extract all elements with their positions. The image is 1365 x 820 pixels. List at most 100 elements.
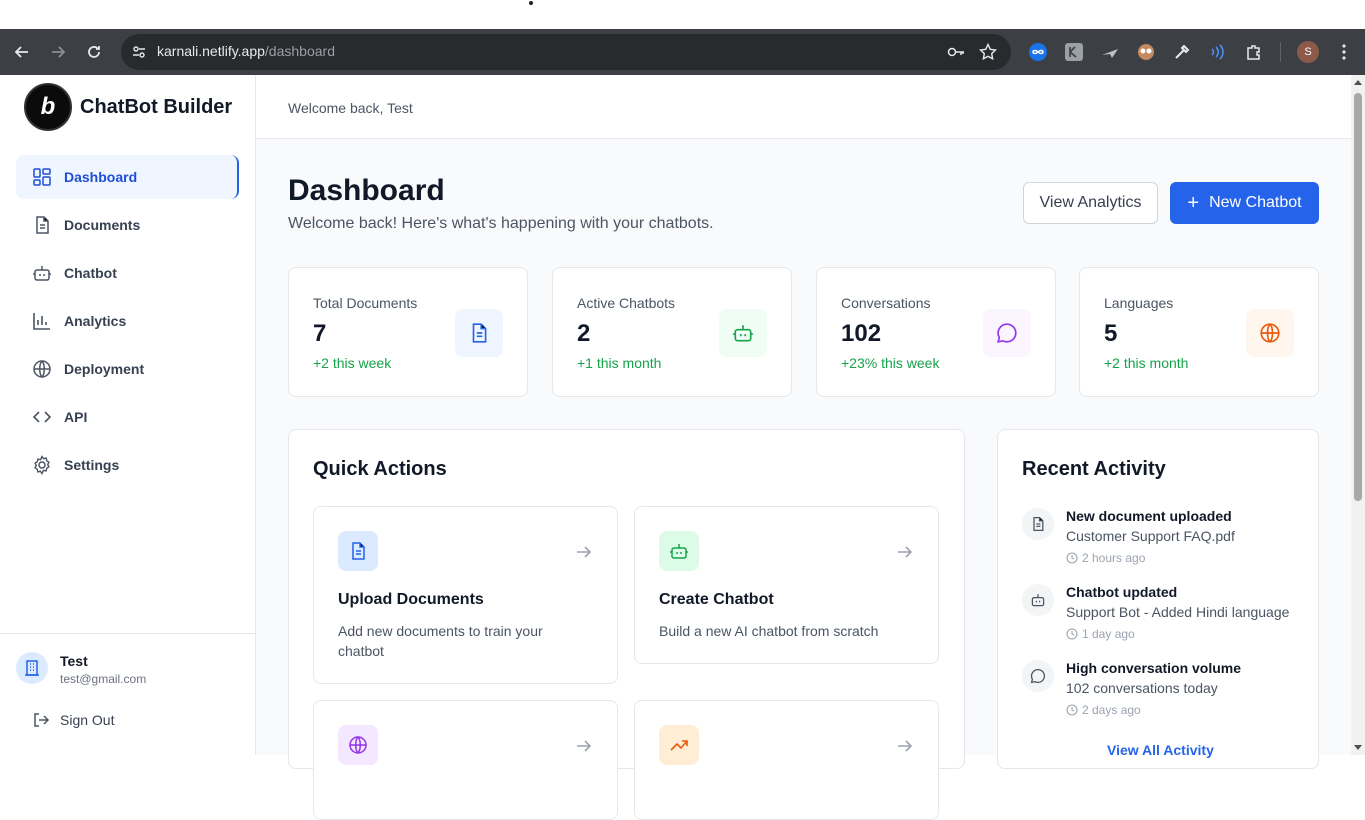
page-scrollbar[interactable] (1351, 75, 1365, 755)
document-icon (338, 531, 378, 571)
titlebar-dot (529, 1, 533, 5)
activity-description: Customer Support FAQ.pdf (1066, 528, 1235, 544)
welcome-message: Welcome back, Test (288, 100, 413, 116)
sidebar-item-settings[interactable]: Settings (16, 443, 239, 487)
puzzle-icon[interactable] (1243, 41, 1265, 63)
site-info-icon[interactable] (131, 44, 147, 60)
new-chatbot-button[interactable]: + New Chatbot (1170, 182, 1319, 224)
reload-icon[interactable] (82, 40, 106, 64)
sidebar-item-chatbot[interactable]: Chatbot (16, 251, 239, 295)
stat-change: +2 this month (1104, 355, 1189, 371)
stat-change: +1 this month (577, 355, 662, 371)
sidebar-item-deployment[interactable]: Deployment (16, 347, 239, 391)
clock-icon (1066, 628, 1078, 640)
new-chatbot-label: New Chatbot (1209, 194, 1302, 211)
sidebar-item-dashboard[interactable]: Dashboard (16, 155, 239, 199)
sign-out-icon (34, 713, 50, 727)
bot-icon (719, 309, 767, 357)
wave-icon[interactable] (1207, 41, 1229, 63)
url-text[interactable]: karnali.netlify.app/dashboard (157, 43, 335, 59)
owl-icon[interactable] (1135, 41, 1157, 63)
plus-icon: + (1187, 192, 1200, 214)
quick-actions-panel: Quick Actions Upload Documents Add new d… (288, 429, 965, 820)
clock-icon (1066, 704, 1078, 716)
window-titlebar (0, 0, 1365, 29)
main-content: Welcome back, Test Dashboard Welcome bac… (256, 75, 1351, 820)
qa-title: Upload Documents (338, 591, 484, 608)
recent-activity-panel: Recent Activity New document uploaded Cu… (997, 429, 1319, 769)
qa-description: Add new documents to train your chatbot (338, 623, 543, 659)
stat-value: 2 (577, 320, 591, 347)
bot-icon (659, 531, 699, 571)
upload-documents-card[interactable]: Upload Documents Add new documents to tr… (313, 506, 618, 684)
sidebar: b ChatBot Builder Dashboard Documents Ch… (0, 75, 256, 755)
scroll-thumb[interactable] (1354, 93, 1362, 501)
stat-label: Active Chatbots (577, 295, 676, 311)
analytics-card[interactable] (634, 700, 939, 820)
url-path: /dashboard (264, 43, 335, 59)
quick-actions-title: Quick Actions (313, 458, 447, 480)
back-icon[interactable] (10, 40, 34, 64)
document-icon (36, 216, 49, 234)
dashboard-icon (33, 168, 51, 186)
brand[interactable]: b ChatBot Builder (24, 83, 232, 131)
view-analytics-button[interactable]: View Analytics (1023, 182, 1158, 224)
scroll-down-arrow-icon[interactable] (1354, 745, 1362, 750)
stat-card-documents: Total Documents 7 +2 this week (288, 267, 528, 397)
brand-logo: b (24, 83, 72, 131)
bookmark-star-icon[interactable] (979, 43, 997, 61)
bot-icon (1022, 584, 1054, 616)
sidebar-item-api[interactable]: API (16, 395, 239, 439)
eyedropper-icon[interactable] (1171, 41, 1193, 63)
arrow-right-icon (577, 546, 592, 558)
deploy-card[interactable] (313, 700, 618, 820)
plane-icon[interactable] (1099, 41, 1121, 63)
stat-label: Total Documents (313, 295, 418, 311)
activity-title: Chatbot updated (1066, 584, 1178, 600)
sidebar-item-analytics[interactable]: Analytics (16, 299, 239, 343)
view-all-activity-link[interactable]: View All Activity (1107, 742, 1214, 758)
address-bar[interactable]: karnali.netlify.app/dashboard (121, 34, 1011, 70)
sidebar-item-label: Dashboard (64, 169, 138, 185)
qa-title: Create Chatbot (659, 591, 774, 608)
page-title: Dashboard (288, 174, 445, 207)
profile-avatar[interactable]: S (1297, 41, 1319, 63)
infinity-icon[interactable] (1027, 41, 1049, 63)
code-icon (32, 411, 52, 423)
translate-icon[interactable] (1063, 41, 1085, 63)
sidebar-item-documents[interactable]: Documents (16, 203, 239, 247)
create-chatbot-card[interactable]: Create Chatbot Build a new AI chatbot fr… (634, 506, 939, 664)
stat-card-conversations: Conversations 102 +23% this week (816, 267, 1056, 397)
stat-change: +23% this week (841, 355, 940, 371)
browser-toolbar: karnali.netlify.app/dashboard S (0, 29, 1365, 75)
message-icon (983, 309, 1031, 357)
password-key-icon[interactable] (947, 44, 965, 60)
activity-time-text: 2 days ago (1082, 703, 1141, 717)
activity-time: 2 hours ago (1066, 551, 1145, 565)
page-subtitle: Welcome back! Here's what's happening wi… (288, 215, 714, 232)
activity-time: 2 days ago (1066, 703, 1141, 717)
arrow-right-icon (577, 740, 592, 752)
chart-icon (33, 313, 50, 330)
document-icon (1022, 508, 1054, 540)
sign-out-button[interactable]: Sign Out (32, 711, 114, 729)
activity-time: 1 day ago (1066, 627, 1135, 641)
gear-icon (34, 455, 50, 475)
sidebar-nav: Dashboard Documents Chatbot Analytics De… (16, 155, 239, 491)
qa-description: Build a new AI chatbot from scratch (659, 623, 879, 639)
stat-card-chatbots: Active Chatbots 2 +1 this month (552, 267, 792, 397)
clock-icon (1066, 552, 1078, 564)
activity-title: New document uploaded (1066, 508, 1232, 524)
arrow-right-icon (898, 546, 913, 558)
activity-time-text: 2 hours ago (1082, 551, 1146, 565)
activity-time-text: 1 day ago (1082, 627, 1135, 641)
menu-kebab-icon[interactable] (1333, 41, 1355, 63)
url-host: karnali.netlify.app (157, 43, 265, 59)
sidebar-item-label: Documents (64, 217, 141, 233)
scroll-up-arrow-icon[interactable] (1354, 80, 1362, 85)
user-block: Test test@gmail.com Sign Out (0, 633, 255, 728)
stat-change: +2 this week (313, 355, 392, 371)
forward-icon[interactable] (46, 40, 70, 64)
toolbar-divider (1280, 42, 1281, 62)
globe-icon (1246, 309, 1294, 357)
